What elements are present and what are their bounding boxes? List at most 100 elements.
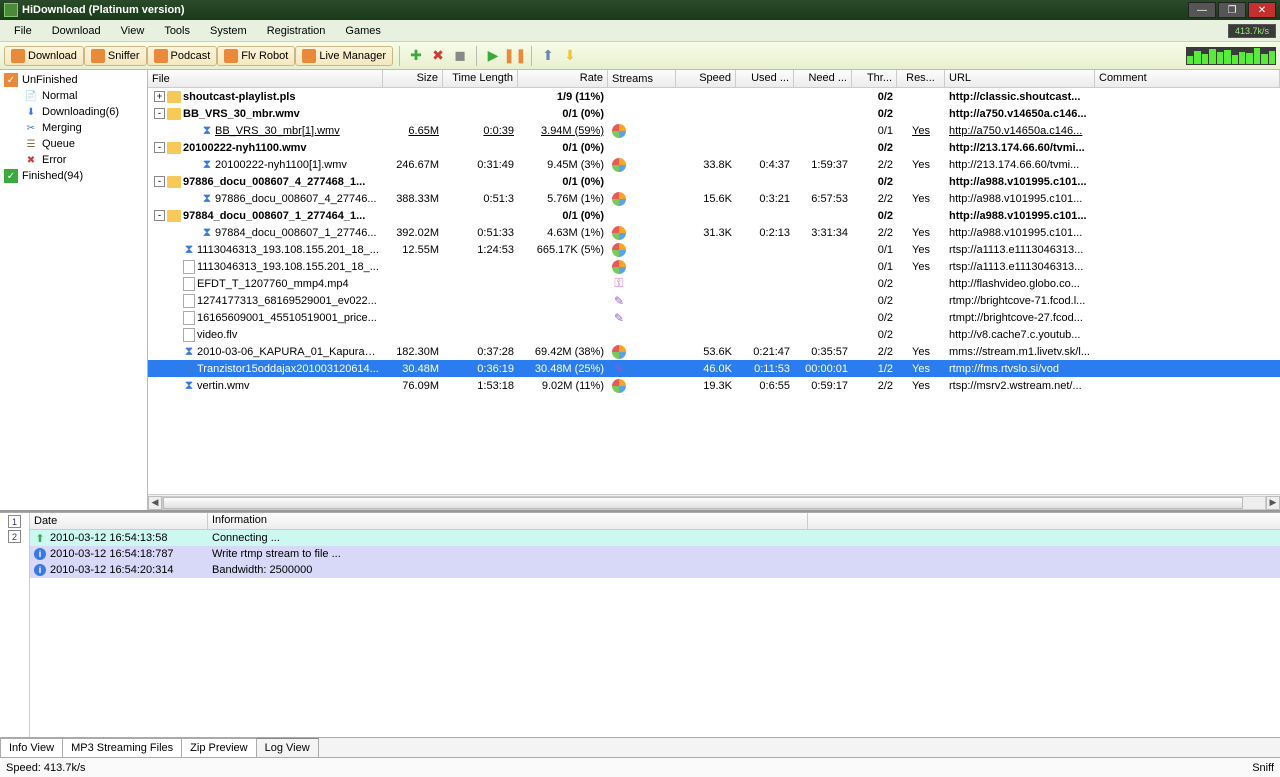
stop-icon[interactable]: ◼	[450, 46, 470, 66]
pause-icon[interactable]: ❚❚	[505, 46, 525, 66]
close-button[interactable]: ✕	[1248, 2, 1276, 18]
status-speed: Speed: 413.7k/s	[6, 762, 86, 774]
toolbar-flv-robot[interactable]: Flv Robot	[217, 46, 295, 66]
status-sniff: Sniff	[1252, 762, 1274, 774]
info-icon: i	[34, 548, 46, 560]
err-icon: ✖	[24, 153, 38, 167]
download-row[interactable]: -20100222-nyh1100.wmv0/1 (0%)0/2http://2…	[148, 139, 1280, 156]
log-pane: 1 2 Date Information ⬆2010-03-12 16:54:1…	[0, 512, 1280, 737]
hourglass-icon: ⧗	[201, 158, 213, 172]
download-row[interactable]: ⧗Tranzistor15oddajax201003120614...30.48…	[148, 360, 1280, 377]
scroll-left-icon[interactable]: ◀	[148, 496, 162, 510]
toolbar-podcast[interactable]: Podcast	[147, 46, 218, 66]
download-row[interactable]: -97884_docu_008607_1_277464_1...0/1 (0%)…	[148, 207, 1280, 224]
log-row[interactable]: ⬆2010-03-12 16:54:13:58Connecting ...	[30, 530, 1280, 546]
download-row[interactable]: -97886_docu_008607_4_277468_1...0/1 (0%)…	[148, 173, 1280, 190]
moveup-icon[interactable]: ⬆	[538, 46, 558, 66]
download-row[interactable]: ⧗BB_VRS_30_mbr[1].wmv6.65M0:0:393.94M (5…	[148, 122, 1280, 139]
menu-tools[interactable]: Tools	[154, 23, 200, 39]
movedown-icon[interactable]: ⬇	[560, 46, 580, 66]
download-row[interactable]: ⧗97884_docu_008607_1_27746...392.02M0:51…	[148, 224, 1280, 241]
check-icon: ✓	[4, 73, 18, 87]
toolbar-icon	[302, 49, 316, 63]
media-icon	[612, 345, 626, 359]
download-row[interactable]: 1113046313_193.108.155.201_18_...0/1Yesr…	[148, 258, 1280, 275]
log-row[interactable]: i2010-03-12 16:54:18:787Write rtmp strea…	[30, 546, 1280, 562]
col-used: Used ...	[736, 70, 794, 87]
download-row[interactable]: ⧗97886_docu_008607_4_27746...388.33M0:51…	[148, 190, 1280, 207]
toolbar-icon	[154, 49, 168, 63]
sidebar-item-downloading[interactable]: ⬇Downloading(6)	[2, 104, 145, 120]
equalizer-icon	[1186, 47, 1276, 65]
tree-label: Finished(94)	[22, 170, 83, 182]
bottom-tabs: Info ViewMP3 Streaming FilesZip PreviewL…	[0, 737, 1280, 757]
tab-zip-preview[interactable]: Zip Preview	[181, 738, 256, 757]
log-header[interactable]: Date Information	[30, 513, 1280, 530]
col-need: Need ...	[794, 70, 852, 87]
menu-system[interactable]: System	[200, 23, 257, 39]
play-icon[interactable]: ▶	[483, 46, 503, 66]
log-btn-2[interactable]: 2	[8, 530, 21, 543]
content-area: File Size Time Length Rate Streams Speed…	[148, 70, 1280, 510]
tab-info-view[interactable]: Info View	[0, 738, 63, 757]
toolbar-icon	[224, 49, 238, 63]
col-url: URL	[945, 70, 1095, 87]
media-icon	[612, 226, 626, 240]
tree-unfinished[interactable]: ✓ UnFinished	[2, 72, 145, 88]
grid-header[interactable]: File Size Time Length Rate Streams Speed…	[148, 70, 1280, 88]
expander-icon[interactable]: -	[154, 176, 165, 187]
tree-finished[interactable]: ✓ Finished(94)	[2, 168, 145, 184]
logcol-info: Information	[208, 513, 808, 529]
download-row[interactable]: ⧗1113046313_193.108.155.201_18_...12.55M…	[148, 241, 1280, 258]
download-row[interactable]: 1274177313_68169529001_ev022...✎0/2rtmp:…	[148, 292, 1280, 309]
file-name: 1113046313_193.108.155.201_18_...	[197, 261, 379, 273]
download-row[interactable]: video.flv0/2http://v8.cache7.c.youtub...	[148, 326, 1280, 343]
toolbar-download[interactable]: Download	[4, 46, 84, 66]
download-row[interactable]: ⧗vertin.wmv76.09M1:53:189.02M (11%)19.3K…	[148, 377, 1280, 394]
log-btn-1[interactable]: 1	[8, 515, 21, 528]
log-row[interactable]: i2010-03-12 16:54:20:314Bandwidth: 25000…	[30, 562, 1280, 578]
delete-icon[interactable]: ✖	[428, 46, 448, 66]
maximize-button[interactable]: ❐	[1218, 2, 1246, 18]
expander-icon[interactable]: +	[154, 91, 165, 102]
expander-icon[interactable]: -	[154, 210, 165, 221]
menu-file[interactable]: File	[4, 23, 42, 39]
col-threads: Thr...	[852, 70, 897, 87]
tab-mp3-streaming-files[interactable]: MP3 Streaming Files	[62, 738, 182, 757]
col-streams: Streams	[608, 70, 676, 87]
download-row[interactable]: -BB_VRS_30_mbr.wmv0/1 (0%)0/2http://a750…	[148, 105, 1280, 122]
toolbar-sniffer[interactable]: Sniffer	[84, 46, 147, 66]
download-row[interactable]: ⧗20100222-nyh1100[1].wmv246.67M0:31:499.…	[148, 156, 1280, 173]
sidebar-item-merging[interactable]: ✂Merging	[2, 120, 145, 136]
menu-download[interactable]: Download	[42, 23, 111, 39]
pen-icon: ✎	[612, 362, 626, 376]
download-row[interactable]: +shoutcast-playlist.pls1/9 (11%)0/2http:…	[148, 88, 1280, 105]
col-comment: Comment	[1095, 70, 1280, 87]
expander-icon[interactable]: -	[154, 142, 165, 153]
toolbar: DownloadSnifferPodcastFlv RobotLive Mana…	[0, 42, 1280, 70]
media-icon	[612, 158, 626, 172]
add-icon[interactable]: ✚	[406, 46, 426, 66]
merge-icon: ✂	[24, 121, 38, 135]
file-name: EFDT_T_1207760_mmp4.mp4	[197, 278, 379, 290]
file-name: BB_VRS_30_mbr.wmv	[183, 108, 379, 120]
scroll-right-icon[interactable]: ▶	[1266, 496, 1280, 510]
download-row[interactable]: EFDT_T_1207760_mmp4.mp4⚿0/2http://flashv…	[148, 275, 1280, 292]
file-icon	[183, 311, 195, 325]
horizontal-scrollbar[interactable]: ◀ ▶	[148, 494, 1280, 510]
sidebar-item-queue[interactable]: ☰Queue	[2, 136, 145, 152]
tab-log-view[interactable]: Log View	[256, 738, 319, 757]
download-row[interactable]: ⧗2010-03-06_KAPURA_01_Kapura_...182.30M0…	[148, 343, 1280, 360]
minimize-button[interactable]: —	[1188, 2, 1216, 18]
toolbar-live-manager[interactable]: Live Manager	[295, 46, 393, 66]
download-row[interactable]: 16165609001_45510519001_price...✎0/2rtmp…	[148, 309, 1280, 326]
file-icon	[183, 260, 195, 274]
menu-registration[interactable]: Registration	[257, 23, 336, 39]
menu-games[interactable]: Games	[335, 23, 390, 39]
file-name: 97886_docu_008607_4_277468_1...	[183, 176, 379, 188]
menu-view[interactable]: View	[111, 23, 155, 39]
sidebar-item-normal[interactable]: 📄Normal	[2, 88, 145, 104]
expander-icon[interactable]: -	[154, 108, 165, 119]
file-icon	[183, 294, 195, 308]
sidebar-item-error[interactable]: ✖Error	[2, 152, 145, 168]
